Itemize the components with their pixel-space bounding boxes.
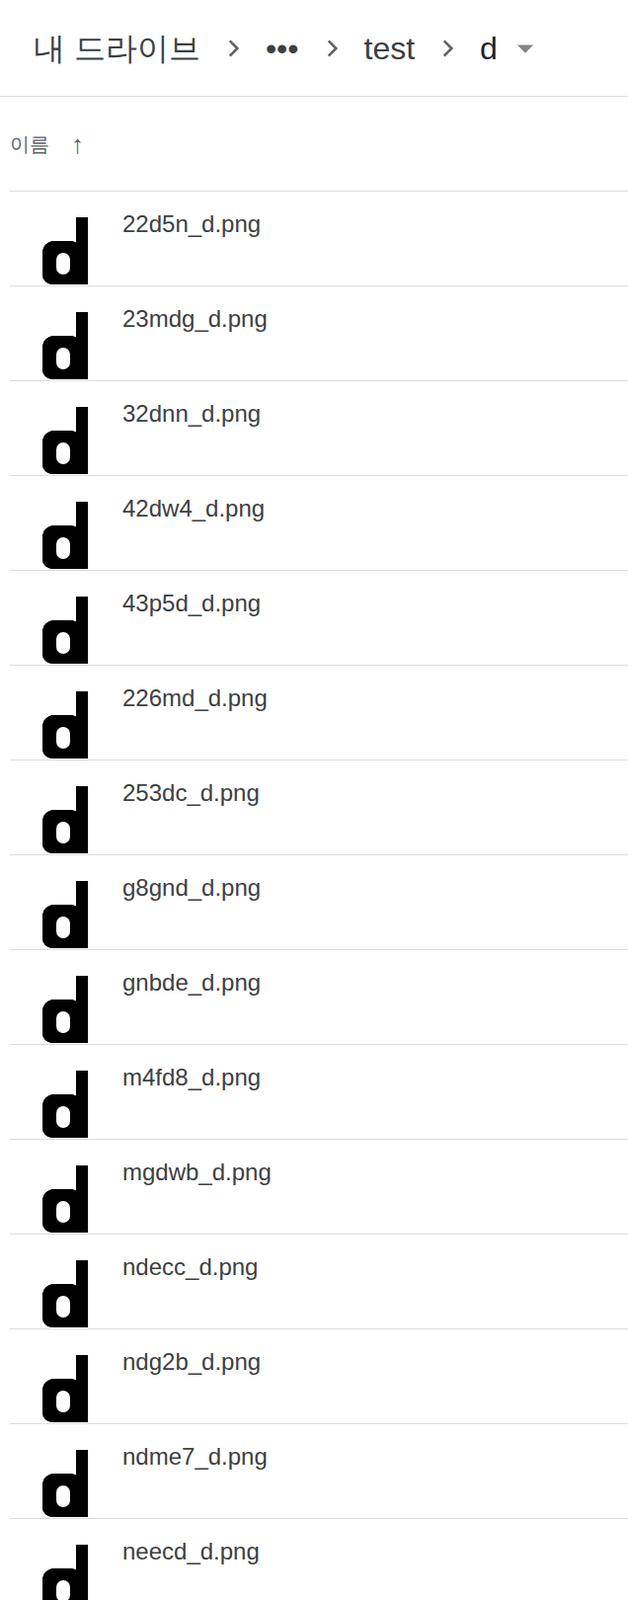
file-name[interactable]: 43p5d_d.png bbox=[122, 570, 261, 618]
thumbnail-image bbox=[42, 1070, 90, 1138]
file-row[interactable]: neecd_d.png bbox=[9, 1518, 628, 1600]
file-name[interactable]: g8gnd_d.png bbox=[122, 855, 261, 902]
file-row[interactable]: 23mdg_d.png bbox=[9, 286, 628, 382]
chevron-right-icon bbox=[220, 35, 246, 62]
drive-page: 내 드라이브 ••• test d 이름 ↑ 22d5n_d.png 23mdg_d.png 3… bbox=[0, 0, 628, 1600]
file-name[interactable]: 23mdg_d.png bbox=[122, 286, 268, 333]
thumbnail-image bbox=[42, 406, 90, 474]
breadcrumb-item[interactable]: d bbox=[473, 28, 504, 69]
chevron-right-icon bbox=[318, 35, 345, 62]
file-name[interactable]: ndg2b_d.png bbox=[122, 1329, 261, 1376]
file-row[interactable]: mgdwb_d.png bbox=[9, 1139, 628, 1235]
thumbnail-image bbox=[42, 975, 90, 1043]
file-name[interactable]: 253dc_d.png bbox=[122, 760, 260, 807]
name-column-header[interactable]: 이름 bbox=[9, 131, 50, 157]
file-list: 22d5n_d.png 23mdg_d.png 32dnn_d.png 42dw4_d… bbox=[0, 191, 628, 1600]
thumbnail-image bbox=[42, 880, 90, 948]
file-name[interactable]: 32dnn_d.png bbox=[122, 381, 261, 428]
thumbnail-image bbox=[42, 501, 90, 569]
thumbnail-image bbox=[42, 1165, 90, 1233]
file-name[interactable]: mgdwb_d.png bbox=[122, 1139, 272, 1186]
file-row[interactable]: 42dw4_d.png bbox=[9, 475, 628, 571]
file-row[interactable]: m4fd8_d.png bbox=[9, 1044, 628, 1140]
file-name[interactable]: ndecc_d.png bbox=[122, 1234, 258, 1281]
breadcrumb-item[interactable]: test bbox=[358, 28, 422, 69]
dropdown-caret-icon[interactable] bbox=[511, 34, 540, 63]
sort-header[interactable]: 이름 ↑ bbox=[9, 96, 628, 192]
sort-arrow-icon[interactable]: ↑ bbox=[71, 129, 84, 159]
breadcrumb-item[interactable]: 내 드라이브 bbox=[27, 28, 207, 69]
file-name[interactable]: 22d5n_d.png bbox=[122, 191, 261, 238]
file-row[interactable]: ndecc_d.png bbox=[9, 1234, 628, 1330]
breadcrumb: 내 드라이브 ••• test d bbox=[0, 0, 628, 97]
file-name[interactable]: ndme7_d.png bbox=[122, 1423, 268, 1471]
file-row[interactable]: 22d5n_d.png bbox=[9, 191, 628, 287]
file-row[interactable]: 226md_d.png bbox=[9, 665, 628, 761]
thumbnail-image bbox=[42, 1354, 90, 1422]
file-name[interactable]: gnbde_d.png bbox=[122, 949, 261, 997]
breadcrumb-item[interactable]: ••• bbox=[259, 28, 306, 69]
file-name[interactable]: neecd_d.png bbox=[122, 1518, 260, 1566]
file-row[interactable]: ndme7_d.png bbox=[9, 1423, 628, 1519]
file-name[interactable]: 42dw4_d.png bbox=[122, 475, 265, 523]
file-row[interactable]: g8gnd_d.png bbox=[9, 855, 628, 950]
thumbnail-image bbox=[42, 1449, 90, 1517]
thumbnail-image bbox=[42, 691, 90, 759]
file-row[interactable]: 43p5d_d.png bbox=[9, 570, 628, 666]
thumbnail-image bbox=[42, 1259, 90, 1328]
thumbnail-image bbox=[42, 312, 90, 380]
chevron-right-icon bbox=[434, 35, 461, 62]
file-row[interactable]: gnbde_d.png bbox=[9, 949, 628, 1045]
thumbnail-image bbox=[42, 217, 90, 285]
file-row[interactable]: 32dnn_d.png bbox=[9, 381, 628, 476]
thumbnail-image bbox=[42, 596, 90, 664]
file-row[interactable]: 253dc_d.png bbox=[9, 760, 628, 856]
thumbnail-image bbox=[42, 1544, 90, 1600]
file-name[interactable]: m4fd8_d.png bbox=[122, 1044, 261, 1092]
file-name[interactable]: 226md_d.png bbox=[122, 665, 268, 712]
thumbnail-image bbox=[42, 785, 90, 854]
file-row[interactable]: ndg2b_d.png bbox=[9, 1329, 628, 1424]
